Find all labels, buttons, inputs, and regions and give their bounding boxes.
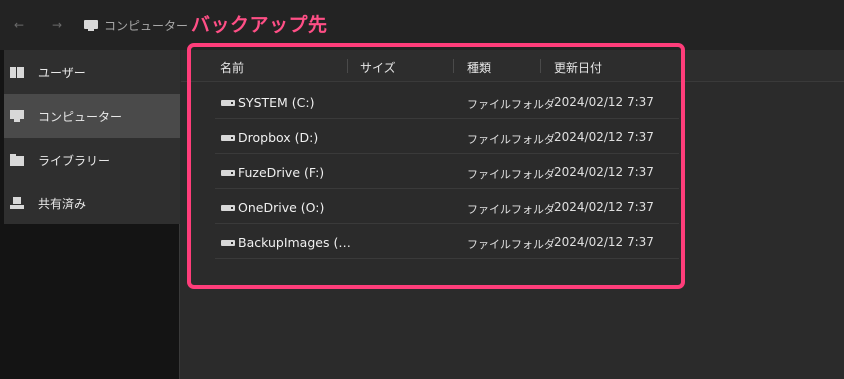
column-header-size[interactable]: サイズ — [360, 59, 396, 76]
row-name: OneDrive (O:) — [238, 200, 325, 215]
row-name: Dropbox (D:) — [238, 130, 319, 145]
row-type: ファイルフォルダ — [467, 238, 555, 251]
row-date: 2024/02/12 7:37 — [554, 130, 654, 144]
table-row[interactable]: OneDrive (O:) ファイルフォルダ 2024/02/12 7:37 — [215, 189, 679, 224]
back-arrow-icon[interactable]: ← — [12, 18, 26, 32]
column-divider[interactable] — [540, 59, 541, 73]
row-name: FuzeDrive (F:) — [238, 165, 325, 180]
computer-icon — [10, 110, 24, 122]
drive-icon — [221, 170, 235, 176]
row-type: ファイルフォルダ — [467, 98, 555, 111]
row-date: 2024/02/12 7:37 — [554, 235, 654, 249]
sidebar: ユーザー コンピューター ライブラリー 共有済み — [0, 50, 180, 379]
drive-icon — [221, 135, 235, 141]
sidebar-item-label: ユーザー — [38, 65, 86, 80]
breadcrumb-label: コンピューター — [104, 19, 189, 33]
sidebar-item-label: ライブラリー — [38, 153, 111, 168]
sidebar-item-library[interactable]: ライブラリー — [4, 138, 180, 182]
row-date: 2024/02/12 7:37 — [554, 95, 654, 109]
column-divider[interactable] — [347, 59, 348, 73]
sidebar-item-shared[interactable]: 共有済み — [4, 181, 180, 225]
folder-icon — [10, 154, 24, 166]
row-type: ファイルフォルダ — [467, 133, 555, 146]
breadcrumb[interactable]: コンピューター — [84, 17, 188, 34]
sidebar-item-label: 共有済み — [38, 196, 87, 211]
column-header-row: 名前 サイズ 種類 更新日付 — [181, 50, 844, 82]
drive-icon — [221, 240, 235, 246]
row-type: ファイルフォルダ — [467, 203, 555, 216]
annotation-title: バックアップ先 — [191, 14, 328, 36]
table-row[interactable]: SYSTEM (C:) ファイルフォルダ 2024/02/12 7:37 — [215, 84, 679, 119]
row-name: SYSTEM (C:) — [238, 95, 315, 110]
shared-icon — [10, 197, 24, 209]
row-date: 2024/02/12 7:37 — [554, 200, 654, 214]
column-header-name[interactable]: 名前 — [220, 59, 244, 76]
sidebar-item-label: コンピューター — [38, 109, 123, 124]
table-row[interactable]: FuzeDrive (F:) ファイルフォルダ 2024/02/12 7:37 — [215, 154, 679, 189]
drive-icon — [221, 205, 235, 211]
table-row[interactable]: Dropbox (D:) ファイルフォルダ 2024/02/12 7:37 — [215, 119, 679, 154]
column-header-date[interactable]: 更新日付 — [554, 59, 602, 76]
file-list: 名前 サイズ 種類 更新日付 SYSTEM (C:) ファイルフォルダ 2024… — [181, 50, 844, 379]
column-header-type[interactable]: 種類 — [467, 59, 491, 76]
computer-icon — [84, 20, 98, 31]
row-date: 2024/02/12 7:37 — [554, 165, 654, 179]
column-divider[interactable] — [453, 59, 454, 73]
forward-arrow-icon[interactable]: → — [50, 18, 64, 32]
drive-icon — [221, 100, 235, 106]
users-icon — [10, 66, 24, 78]
sidebar-item-users[interactable]: ユーザー — [4, 50, 180, 94]
top-bar: ← → コンピューター バックアップ先 — [0, 0, 844, 50]
row-type: ファイルフォルダ — [467, 168, 555, 181]
table-row[interactable]: BackupImages (… ファイルフォルダ 2024/02/12 7:37 — [215, 224, 679, 259]
row-name: BackupImages (… — [238, 235, 351, 250]
sidebar-item-computer[interactable]: コンピューター — [4, 94, 180, 138]
